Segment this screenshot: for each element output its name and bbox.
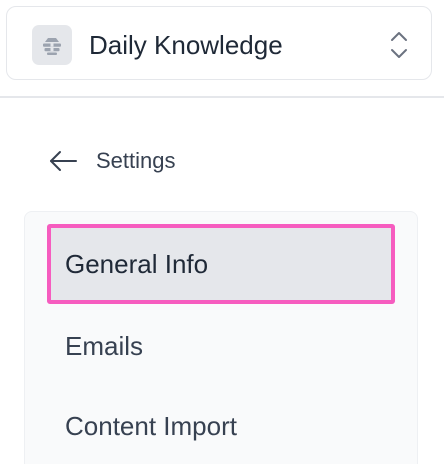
back-to-settings-link[interactable]: Settings: [48, 144, 176, 178]
nav-item-content-import[interactable]: Content Import: [47, 386, 395, 464]
nav-item-emails[interactable]: Emails: [47, 306, 395, 386]
chevron-up-down-icon: [389, 29, 409, 61]
divider: [0, 96, 444, 98]
beehive-icon: [32, 25, 72, 65]
arrow-left-icon: [48, 149, 78, 173]
nav-item-general-info[interactable]: General Info: [47, 224, 395, 304]
back-label: Settings: [96, 148, 176, 173]
settings-nav: General Info Emails Content Import: [24, 211, 418, 464]
workspace-name: Daily Knowledge: [89, 30, 283, 60]
workspace-switcher[interactable]: Daily Knowledge: [6, 6, 432, 80]
settings-sidebar: Daily Knowledge Settings General Info Em…: [0, 0, 444, 464]
